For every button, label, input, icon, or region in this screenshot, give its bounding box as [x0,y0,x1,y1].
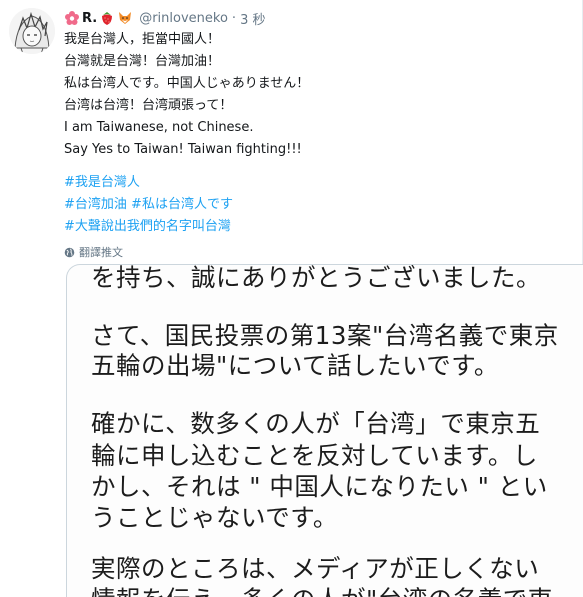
hashtag-block: #我是台灣人 #台湾加油 #私は台湾人です #大聲說出我們的名字叫台灣 [64,172,570,238]
display-name[interactable]: R. [82,11,97,26]
tweet-header: R. @rinloveneko · 3 秒 [64,8,570,28]
globe-icon [64,247,75,257]
tweet-text-line: I am Taiwanese, not Chinese. [64,120,254,135]
hashtag-link[interactable]: #私は台湾人です [131,197,233,212]
avatar[interactable] [9,8,55,54]
hashtag-link[interactable]: #我是台灣人 [64,175,140,190]
fox-emoji-icon [119,12,132,24]
flower-emoji-icon [65,11,79,25]
image-text-line: うことじゃないです。 [91,503,338,532]
image-text-line: 五輪の出場"について話したいです。 [91,351,499,380]
tweet-text-line: 台湾は台湾！台湾頑張って！ [64,98,233,113]
tweet-text-line: 我是台灣人，拒當中國人！ [64,32,221,47]
tweet[interactable]: R. @rinloveneko · 3 秒 我是台灣人，拒當中國人！ 台灣就是台… [0,0,583,597]
tweet-image[interactable]: を持ち、誠にありがとうございました。 さて、国民投票の第13案"台湾名義で東京 … [66,264,583,597]
image-text-line: かし、それは " 中国人になりたい " とい [91,472,548,501]
tweet-text-line: 台灣就是台灣！台灣加油！ [64,54,221,69]
image-text-line: 輪に申し込むことを反対しています。し [91,441,538,470]
tweet-content: R. @rinloveneko · 3 秒 我是台灣人，拒當中國人！ 台灣就是台… [64,8,570,263]
translate-tweet-button[interactable]: 翻譯推文 [64,241,570,263]
image-text-line: を持ち、誠にありがとうございました。 [91,264,541,292]
image-text-line: 実際のところは、メディアが正しくない [91,554,540,583]
hashtag-link[interactable]: #台湾加油 [64,197,127,212]
tweet-text: 我是台灣人，拒當中國人！ 台灣就是台灣！台灣加油！ 私は台湾人です。中国人じゃあ… [64,29,570,161]
image-text-line: 確かに、数多くの人が「台湾」で東京五 [91,409,541,438]
image-text-line: 情報を伝え、多くの人が"台湾の名義で東 [91,581,553,597]
user-handle[interactable]: @rinloveneko [139,11,228,26]
anime-character-avatar-icon [9,8,55,54]
tweet-timestamp[interactable]: 3 秒 [240,9,265,28]
tweet-text-line: Say Yes to Taiwan! Taiwan fighting!!! [64,142,302,157]
strawberry-emoji-icon [102,12,113,25]
header-separator: · [231,10,237,26]
hashtag-link[interactable]: #大聲說出我們的名字叫台灣 [64,219,231,234]
translate-label: 翻譯推文 [79,246,123,259]
tweet-text-line: 私は台湾人です。中国人じゃありません！ [64,76,310,91]
